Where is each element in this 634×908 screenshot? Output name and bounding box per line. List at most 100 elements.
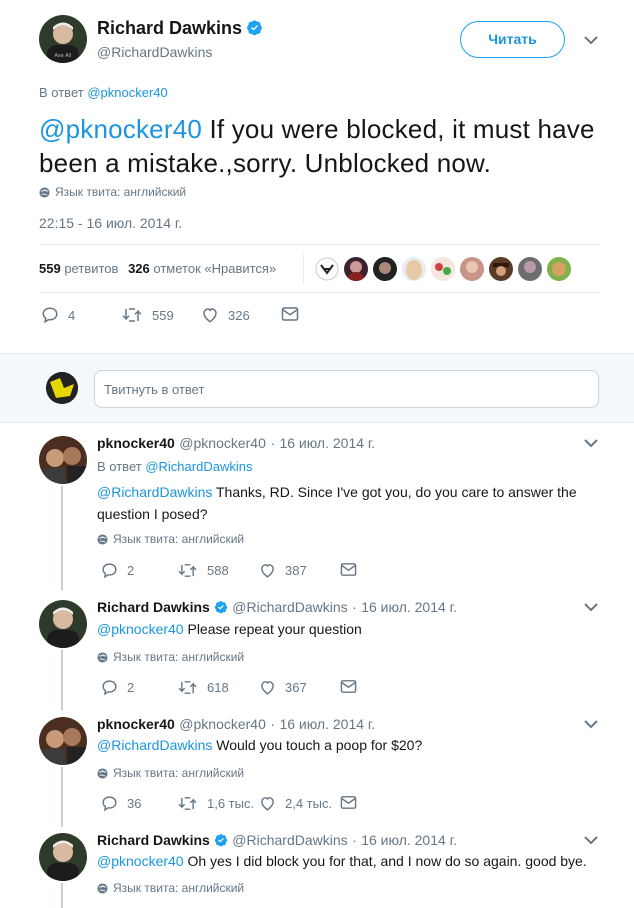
author-avatar[interactable]: Ave All (39, 15, 87, 63)
like-button[interactable]: 367 (259, 679, 307, 696)
mention-link[interactable]: @pknocker40 (97, 853, 184, 869)
tweet-language[interactable]: Язык твита: английский (97, 881, 244, 895)
like-button[interactable]: 2,4 тыс. (259, 795, 332, 812)
liker-avatar[interactable] (460, 257, 484, 281)
reply-date[interactable]: 16 июл. 2014 г. (361, 599, 457, 615)
reply-author-handle[interactable]: @pknocker40 (179, 716, 266, 732)
tweet-actions: 4 559 326 (41, 306, 341, 326)
reply-icon (102, 563, 117, 579)
tweet-timestamp[interactable]: 22:15 - 16 июл. 2014 г. (39, 215, 182, 231)
divider (303, 254, 304, 284)
chevron-down-icon[interactable] (584, 35, 598, 45)
tweet-language[interactable]: Язык твита: английский (39, 185, 186, 199)
reply-author-handle[interactable]: @pknocker40 (179, 435, 266, 451)
reply-author-name[interactable]: pknocker40 (97, 716, 175, 732)
reply-avatar[interactable] (39, 833, 87, 881)
user-avatar[interactable] (46, 372, 78, 404)
reply-input[interactable]: Твитнуть в ответ (94, 370, 599, 408)
mention-link[interactable]: @RichardDawkins (97, 737, 212, 753)
liker-avatar[interactable] (402, 257, 426, 281)
reply-to-link[interactable]: @RichardDawkins (145, 459, 252, 474)
chevron-down-icon[interactable] (584, 602, 598, 612)
thread-line (61, 486, 63, 590)
liker-avatar[interactable] (518, 257, 542, 281)
reply-author-handle[interactable]: @RichardDawkins (232, 832, 347, 848)
retweet-icon (178, 681, 197, 694)
reply-author-name[interactable]: pknocker40 (97, 435, 175, 451)
divider (39, 292, 600, 293)
svg-text:Ave All: Ave All (55, 53, 72, 59)
reply-avatar[interactable] (39, 717, 87, 765)
tweet-language[interactable]: Язык твита: английский (97, 650, 244, 664)
retweet-button[interactable]: 588 (177, 562, 229, 579)
tweet-language[interactable]: Язык твита: английский (97, 766, 244, 780)
reply-header: Richard Dawkins @RichardDawkins · 16 июл… (97, 599, 457, 615)
reply-compose-area: Твитнуть в ответ (0, 353, 634, 423)
reply-date[interactable]: 16 июл. 2014 г. (279, 435, 375, 451)
direct-message-button[interactable] (281, 306, 308, 322)
reply-avatar[interactable] (39, 436, 87, 484)
reply-author-handle[interactable]: @RichardDawkins (232, 599, 347, 615)
verified-badge-icon (214, 601, 227, 614)
retweets-stat[interactable]: 559 ретвитов (39, 261, 118, 276)
tweet-actions: 36 1,6 тыс. 2,4 тыс. (101, 795, 401, 815)
reply-to-link[interactable]: @pknocker40 (87, 85, 167, 100)
retweet-button[interactable]: 559 (121, 306, 174, 324)
liker-avatar[interactable] (489, 257, 513, 281)
liker-avatar[interactable] (431, 257, 455, 281)
mention-link[interactable]: @RichardDawkins (97, 484, 212, 500)
liker-avatar[interactable] (547, 257, 571, 281)
likes-stat[interactable]: 326 отметок «Нравится» (128, 261, 276, 276)
reply-button[interactable]: 2 (101, 562, 134, 579)
chevron-down-icon[interactable] (584, 438, 598, 448)
tweet-actions: 2 618 367 (101, 679, 401, 699)
retweet-button[interactable]: 1,6 тыс. (177, 795, 254, 812)
globe-icon (39, 187, 50, 198)
heart-icon (261, 564, 274, 578)
reply-context: В ответ @RichardDawkins (97, 459, 253, 474)
retweet-icon (122, 308, 142, 322)
reply-date[interactable]: 16 июл. 2014 г. (361, 832, 457, 848)
envelope-icon (340, 563, 357, 576)
thread-line (61, 767, 63, 827)
heart-icon (261, 797, 274, 811)
direct-message-button[interactable] (340, 679, 366, 694)
tweet-language[interactable]: Язык твита: английский (97, 532, 244, 546)
mention-link[interactable]: @pknocker40 (39, 114, 202, 144)
divider (39, 244, 600, 245)
thread-line (61, 883, 63, 908)
direct-message-button[interactable] (340, 562, 366, 577)
thread-line (61, 650, 63, 710)
retweet-icon (178, 564, 197, 577)
globe-icon (97, 768, 108, 779)
envelope-icon (340, 680, 357, 693)
liker-avatar[interactable] (315, 257, 339, 281)
tweet-actions: 2 588 387 (101, 562, 401, 582)
reply-author-name[interactable]: Richard Dawkins (97, 599, 210, 615)
chevron-down-icon[interactable] (584, 719, 598, 729)
retweet-button[interactable]: 618 (177, 679, 229, 696)
heart-icon (261, 681, 274, 695)
mention-link[interactable]: @pknocker40 (97, 621, 184, 637)
reply-header: Richard Dawkins @RichardDawkins · 16 июл… (97, 832, 457, 848)
like-button[interactable]: 387 (259, 562, 307, 579)
reply-date[interactable]: 16 июл. 2014 г. (279, 716, 375, 732)
reply-button[interactable]: 2 (101, 679, 134, 696)
author-handle[interactable]: @RichardDawkins (97, 44, 212, 60)
reply-avatar[interactable] (39, 600, 87, 648)
like-button[interactable]: 326 (201, 306, 250, 324)
author-name[interactable]: Richard Dawkins (97, 18, 263, 39)
reply-icon (102, 680, 117, 696)
reply-button[interactable]: 4 (41, 306, 75, 324)
direct-message-button[interactable] (340, 795, 366, 810)
liker-avatar[interactable] (344, 257, 368, 281)
reply-text: @pknocker40 Please repeat your question (97, 621, 362, 637)
reply-author-name[interactable]: Richard Dawkins (97, 832, 210, 848)
reply-text: @pknocker40 Oh yes I did block you for t… (97, 853, 587, 869)
follow-button[interactable]: Читать (460, 21, 565, 58)
chevron-down-icon[interactable] (584, 835, 598, 845)
reply-text: @RichardDawkins Would you touch a poop f… (97, 737, 423, 753)
liker-avatar[interactable] (373, 257, 397, 281)
reply-button[interactable]: 36 (101, 795, 141, 812)
reply-header: pknocker40 @pknocker40 · 16 июл. 2014 г. (97, 716, 376, 732)
